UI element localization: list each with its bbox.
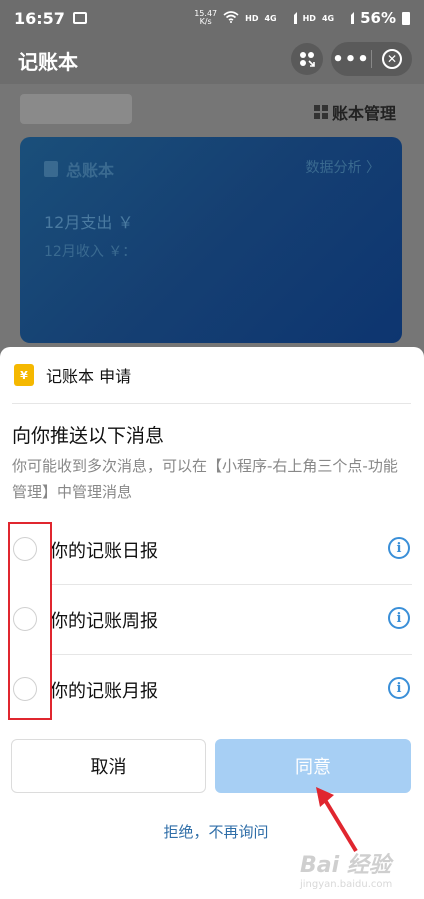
grid-icon [300, 52, 315, 67]
annotation-arrow-icon [316, 787, 358, 853]
ledger-card: 总账本 数据分析 〉 12月支出 ￥ 12月收入 ￥： [20, 137, 402, 343]
watermark-main: Bai 经验 [300, 853, 391, 878]
hd-badge-2: HD [302, 13, 316, 23]
month-income: 12月收入 ￥： [44, 244, 137, 260]
signal-4g-1: 4G [264, 13, 277, 23]
close-button[interactable]: ✕ [372, 49, 412, 69]
background-page: 账本管理 总账本 数据分析 〉 12月支出 ￥ 12月收入 ￥： [0, 84, 424, 384]
ledger-manage-link: 账本管理 [314, 100, 396, 124]
option-daily-report[interactable]: 你的记账日报 i [13, 515, 412, 585]
month-expense: 12月支出 ￥ [44, 213, 134, 232]
sheet-app-header: ¥ 记账本 申请 [14, 363, 131, 387]
annotation-highlight-box [8, 522, 52, 720]
cancel-button[interactable]: 取消 [11, 739, 206, 793]
mini-program-navbar: 记账本 ••• ✕ [0, 36, 424, 84]
sheet-title: 向你推送以下消息 [12, 425, 165, 447]
ledger-manage-label: 账本管理 [332, 104, 397, 123]
page-title: 记账本 [18, 49, 78, 74]
battery-percent: 56% [360, 9, 396, 27]
ledger-card-header: 总账本 [44, 157, 114, 181]
ledger-name: 总账本 [66, 161, 115, 180]
signal-4g-2: 4G [321, 13, 335, 23]
status-bar: 16:57 15.47 K/s HD 4G HD 4G 56% [0, 0, 424, 36]
book-icon [44, 161, 58, 177]
message-option-list: 你的记账日报 i 你的记账周报 i 你的记账月报 i [0, 515, 424, 725]
info-icon[interactable]: i [388, 607, 410, 629]
divider [12, 403, 411, 404]
sheet-description: 你可能收到多次消息，可以在【小程序-右上角三个点-功能管理】中管理消息 [12, 457, 398, 501]
more-button[interactable]: ••• [331, 49, 371, 70]
subscribe-message-sheet: ¥ 记账本 申请 向你推送以下消息 你可能收到多次消息，可以在【小程序-右上角三… [0, 347, 424, 899]
option-label: 你的记账日报 [50, 541, 158, 562]
option-weekly-report[interactable]: 你的记账周报 i [13, 585, 412, 655]
app-icon: ¥ [14, 364, 34, 386]
wifi-icon [223, 10, 239, 26]
app-request-title: 记账本 申请 [46, 367, 132, 386]
info-icon[interactable]: i [388, 537, 410, 559]
signal-icon-2 [340, 12, 355, 24]
option-monthly-report[interactable]: 你的记账月报 i [13, 655, 412, 725]
battery-icon [402, 11, 410, 25]
option-label: 你的记账周报 [50, 611, 158, 632]
close-icon: ✕ [382, 49, 402, 69]
info-icon[interactable]: i [388, 677, 410, 699]
status-right: 15.47 K/s HD 4G HD 4G 56% [194, 9, 410, 27]
net-speed-unit: K/s [199, 17, 212, 26]
net-speed: 15.47 K/s [194, 10, 217, 26]
data-analysis-link: 数据分析 〉 [305, 160, 380, 176]
watermark-sub: jingyan.baidu.com [300, 879, 393, 890]
option-label: 你的记账月报 [50, 681, 158, 702]
blurred-username [20, 94, 132, 124]
gallery-icon [72, 12, 87, 24]
capsule-menu: ••• ✕ [331, 42, 412, 76]
hd-badge-1: HD [245, 13, 259, 23]
status-time: 16:57 [14, 8, 65, 28]
baidu-watermark: Bai 经验 jingyan.baidu.com [300, 847, 392, 890]
share-grid-button[interactable] [291, 43, 323, 75]
signal-icon-1 [283, 12, 297, 24]
grid-small-icon [314, 105, 328, 119]
refuse-never-ask-link[interactable]: 拒绝，不再询问 [0, 821, 424, 842]
